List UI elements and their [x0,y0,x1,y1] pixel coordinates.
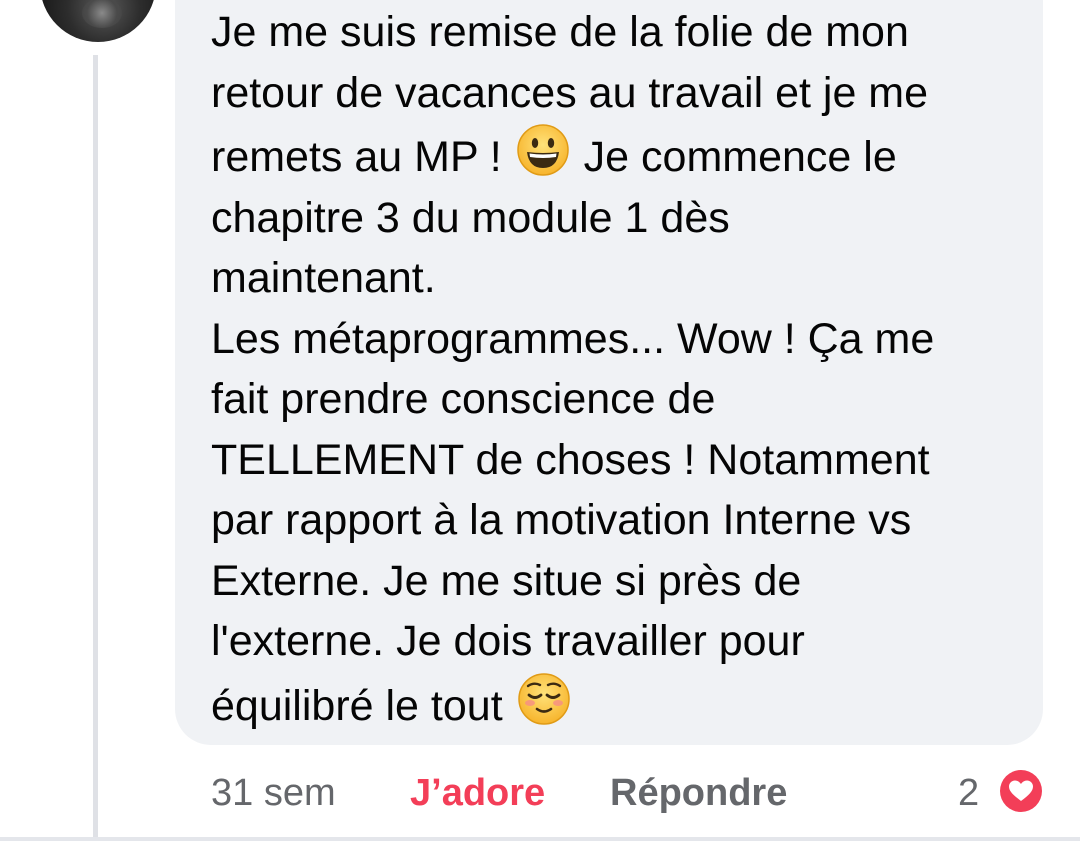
relieved-face-emoji-icon [517,672,570,725]
reaction-count[interactable]: 2 [958,770,979,816]
comment-timestamp[interactable]: 31 sem [211,770,336,816]
thread-line [93,55,98,841]
heart-icon [1000,770,1042,812]
avatar-image [82,0,122,28]
comment-view: Je me suis remise de la folie de mon ret… [0,0,1080,841]
reaction-summary[interactable] [996,766,1046,816]
comment-text-part2: Je commence le chapitre 3 du module 1 dè… [211,133,935,730]
divider [0,837,1080,841]
reply-button[interactable]: Répondre [610,770,787,816]
reaction-button[interactable]: J’adore [410,770,545,816]
comment-text: Je me suis remise de la folie de mon ret… [211,2,1031,736]
grinning-face-emoji-icon [516,124,569,176]
avatar[interactable] [40,0,156,42]
